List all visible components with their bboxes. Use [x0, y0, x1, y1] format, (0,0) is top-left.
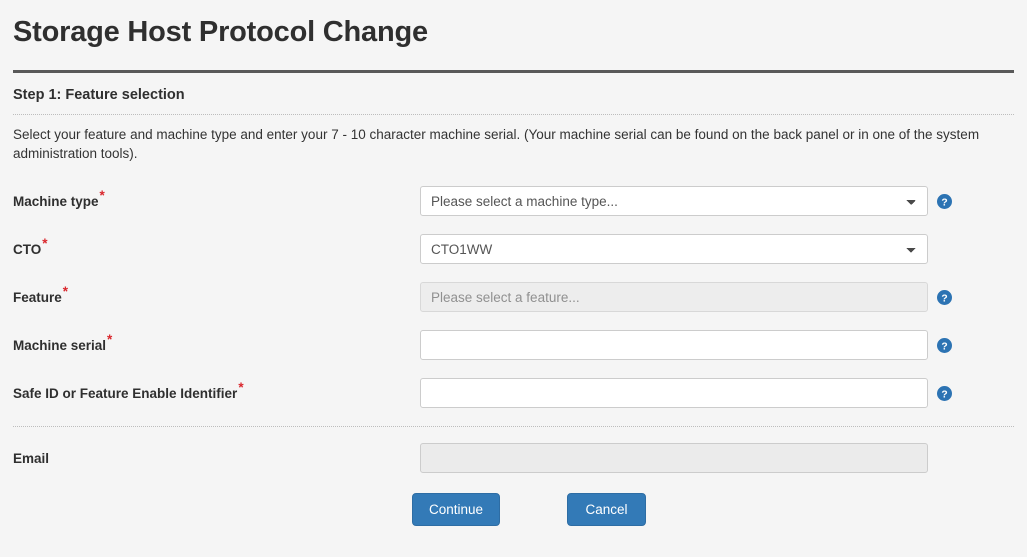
label-machine-type-text: Machine type	[13, 193, 99, 209]
form-actions: Continue Cancel	[13, 481, 1014, 526]
form-row-machine-type: Machine type* Please select a machine ty…	[13, 177, 1014, 225]
help-circle-icon[interactable]: ?	[937, 289, 952, 305]
field-cto: CTO1WW	[420, 234, 928, 264]
label-cto: CTO*	[13, 237, 420, 258]
feature-select[interactable]: Please select a feature...	[420, 282, 928, 312]
help-circle-icon[interactable]: ?	[937, 385, 952, 401]
form-row-safe-id: Safe ID or Feature Enable Identifier* ?	[13, 369, 1014, 417]
label-safe-id: Safe ID or Feature Enable Identifier*	[13, 381, 420, 402]
svg-text:?: ?	[941, 389, 947, 400]
label-email: Email	[13, 450, 50, 466]
label-feature: Feature*	[13, 285, 420, 306]
required-asterisk: *	[62, 284, 69, 299]
field-feature: Please select a feature... ?	[420, 282, 952, 312]
page-title: Storage Host Protocol Change	[13, 16, 428, 48]
storage-host-protocol-change-page: Storage Host Protocol Change Step 1: Fea…	[0, 0, 1027, 557]
feature-selection-form: Machine type* Please select a machine ty…	[13, 163, 1014, 526]
required-asterisk: *	[238, 380, 244, 395]
intro-text: Select your feature and machine type and…	[13, 127, 980, 161]
step-heading: Step 1: Feature selection	[13, 87, 185, 103]
field-machine-serial: ?	[420, 330, 952, 360]
required-asterisk: *	[42, 236, 48, 251]
email-divider	[13, 426, 1014, 427]
machine-serial-input[interactable]	[420, 330, 928, 360]
field-email	[420, 443, 928, 473]
field-machine-type: Please select a machine type... ?	[420, 186, 952, 216]
cancel-button[interactable]: Cancel	[567, 493, 647, 526]
safe-id-input[interactable]	[420, 378, 928, 408]
form-row-cto: CTO* CTO1WW	[13, 225, 1014, 273]
label-machine-type: Machine type*	[13, 189, 420, 210]
form-row-machine-serial: Machine serial* ?	[13, 321, 1014, 369]
cto-select[interactable]: CTO1WW	[420, 234, 928, 264]
svg-text:?: ?	[941, 197, 947, 208]
help-circle-icon[interactable]: ?	[937, 337, 952, 353]
machine-type-select[interactable]: Please select a machine type...	[420, 186, 928, 216]
required-asterisk: *	[107, 332, 113, 347]
svg-text:?: ?	[941, 293, 947, 304]
email-input[interactable]	[420, 443, 928, 473]
form-row-email: Email	[13, 435, 1014, 481]
help-circle-icon[interactable]: ?	[937, 193, 952, 209]
label-machine-serial: Machine serial*	[13, 333, 420, 354]
field-safe-id: ?	[420, 378, 952, 408]
form-row-feature: Feature* Please select a feature... ?	[13, 273, 1014, 321]
required-asterisk: *	[99, 188, 105, 203]
continue-button[interactable]: Continue	[412, 493, 501, 526]
label-feature-text: Feature	[13, 289, 62, 305]
svg-text:?: ?	[941, 341, 947, 352]
label-machine-serial-text: Machine serial	[13, 337, 107, 353]
label-safe-id-text: Safe ID or Feature Enable Identifier	[13, 385, 238, 401]
label-cto-text: CTO	[13, 241, 42, 257]
